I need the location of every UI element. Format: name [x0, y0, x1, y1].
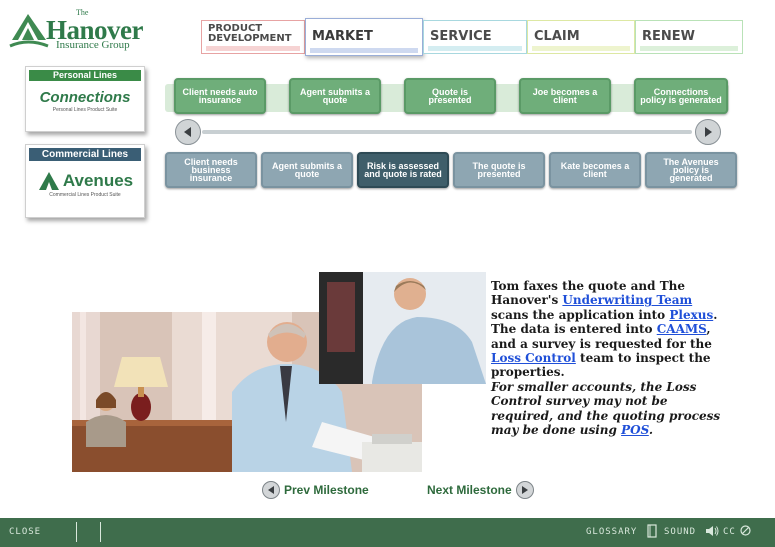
close-button[interactable]: CLOSE — [9, 527, 41, 537]
milestone-agent-submits-quote[interactable]: Agent submits a quote — [289, 78, 381, 114]
milestone-joe-becomes-client[interactable]: Joe becomes a client — [519, 78, 611, 114]
milestone-connections-policy[interactable]: Connections policy is generated — [634, 78, 728, 114]
logo-subtitle: Insurance Group — [56, 39, 130, 51]
prev-arrow-icon — [262, 481, 280, 499]
avenues-subtitle: Commercial Lines Product Suite — [49, 192, 121, 198]
office-scene-image — [72, 272, 486, 472]
footer-bar — [0, 518, 775, 547]
next-milestone-label: Next Milestone — [427, 483, 512, 497]
text-span: . — [648, 423, 653, 438]
cc-button[interactable]: CC — [723, 527, 736, 537]
personal-lines-panel[interactable]: Personal Lines Connections Personal Line… — [25, 66, 145, 132]
milestone-quote-presented-commercial[interactable]: The quote is presented — [453, 152, 545, 188]
milestone-client-needs-business[interactable]: Client needs business insurance — [165, 152, 257, 188]
text-span: scans the application into — [491, 307, 670, 322]
sound-button[interactable]: SOUND — [664, 527, 696, 537]
footer-divider — [76, 522, 77, 542]
tab-label: SERVICE — [430, 29, 492, 44]
speaker-icon[interactable] — [705, 525, 719, 537]
tab-product-development[interactable]: PRODUCT DEVELOPMENT — [201, 20, 305, 54]
scroll-left-button[interactable] — [175, 119, 201, 145]
milestone-kate-becomes-client[interactable]: Kate becomes a client — [549, 152, 641, 188]
tab-label: RENEW — [642, 29, 695, 44]
milestone-quote-presented[interactable]: Quote is presented — [404, 78, 496, 114]
plexus-link[interactable]: Plexus — [669, 308, 713, 322]
milestone-agent-submits-quote-commercial[interactable]: Agent submits a quote — [261, 152, 353, 188]
tab-claim[interactable]: CLAIM — [527, 20, 635, 54]
caams-link[interactable]: CAAMS — [657, 322, 707, 336]
hanover-logo-icon — [9, 14, 49, 48]
loss-control-link[interactable]: Loss Control — [491, 351, 576, 365]
next-milestone-button[interactable]: Next Milestone — [427, 481, 534, 499]
arrow-left-icon — [184, 127, 191, 137]
prev-milestone-button[interactable]: Prev Milestone — [262, 481, 369, 499]
commercial-lines-header: Commercial Lines — [29, 148, 141, 161]
prev-milestone-label: Prev Milestone — [284, 483, 369, 497]
commercial-lines-panel[interactable]: Commercial Lines Avenues Commercial Line… — [25, 144, 145, 218]
milestone-client-needs-auto[interactable]: Client needs auto insurance — [174, 78, 266, 114]
glossary-button[interactable]: GLOSSARY — [586, 527, 637, 537]
personal-lines-header: Personal Lines — [29, 70, 141, 81]
tab-market[interactable]: MARKET — [305, 18, 423, 56]
text-span: For smaller accounts, the Loss Control s… — [491, 380, 721, 438]
milestone-avenues-policy[interactable]: The Avenues policy is generated — [645, 152, 737, 188]
connections-subtitle: Personal Lines Product Suite — [52, 107, 118, 113]
next-arrow-icon — [515, 481, 534, 499]
milestone-note: For smaller accounts, the Loss Control s… — [491, 380, 731, 438]
timeline-scroller — [172, 119, 722, 145]
tab-label: MARKET — [312, 29, 373, 44]
tab-service[interactable]: SERVICE — [423, 20, 527, 54]
cc-off-icon[interactable] — [740, 525, 751, 536]
footer-divider — [100, 522, 101, 542]
avenues-brand: Avenues — [62, 171, 134, 190]
pos-link[interactable]: POS — [621, 423, 649, 437]
connections-brand: Connections — [39, 89, 131, 106]
glossary-book-icon[interactable] — [647, 524, 657, 538]
underwriting-team-link[interactable]: Underwriting Team — [562, 293, 692, 307]
tab-label: CLAIM — [534, 29, 580, 44]
tab-renew[interactable]: RENEW — [635, 20, 743, 54]
tab-label: PRODUCT DEVELOPMENT — [208, 23, 292, 44]
scroll-right-button[interactable] — [695, 119, 721, 145]
arrow-right-icon — [705, 127, 712, 137]
milestone-risk-assessed[interactable]: Risk is assessed and quote is rated — [357, 152, 449, 188]
milestone-description: Tom faxes the quote and The Hanover's Un… — [491, 279, 731, 380]
